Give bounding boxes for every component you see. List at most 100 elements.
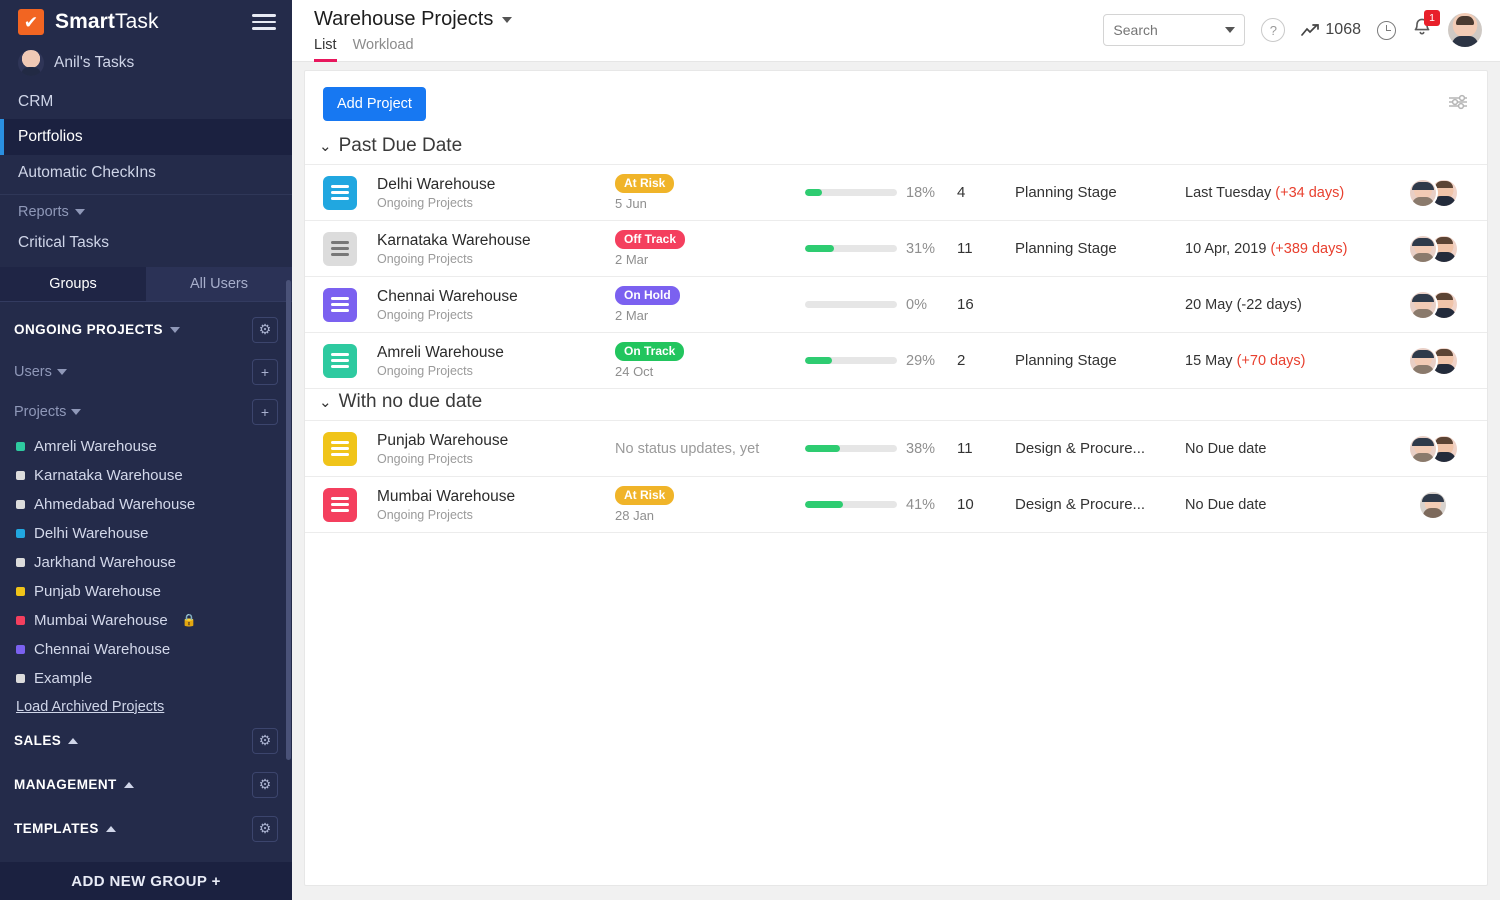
avatar[interactable] bbox=[1407, 289, 1438, 320]
sidebar-project-item[interactable]: Punjab Warehouse bbox=[0, 577, 292, 606]
group-settings-gear-icon[interactable]: ⚙ bbox=[252, 727, 278, 754]
group-settings-gear-icon[interactable]: ⚙ bbox=[252, 815, 278, 842]
sidebar-project-item[interactable]: Mumbai Warehouse 🔒 bbox=[0, 606, 292, 635]
group-settings-gear-icon[interactable]: ⚙ bbox=[252, 316, 278, 343]
project-list-icon[interactable] bbox=[323, 175, 357, 210]
table-row[interactable]: Mumbai Warehouse Ongoing Projects At Risk 2… bbox=[305, 477, 1487, 533]
table-row[interactable]: Punjab Warehouse Ongoing Projects No statu… bbox=[305, 421, 1487, 477]
avatar-group[interactable] bbox=[1407, 289, 1459, 320]
due-date: Last Tuesday bbox=[1185, 184, 1272, 201]
load-archived-projects-link[interactable]: Load Archived Projects bbox=[0, 693, 292, 719]
sidebar-project-item[interactable]: Delhi Warehouse bbox=[0, 519, 292, 548]
clock-icon[interactable] bbox=[1377, 20, 1396, 40]
sidebar-project-item[interactable]: Ahmedabad Warehouse bbox=[0, 490, 292, 519]
project-subtitle: Ongoing Projects bbox=[377, 196, 473, 211]
sidebar-group-header[interactable]: SALES ⚙ bbox=[0, 719, 292, 763]
due-date: 15 May bbox=[1185, 352, 1233, 369]
avatar-group[interactable] bbox=[1407, 233, 1459, 264]
sliders-filter-icon[interactable] bbox=[1447, 94, 1469, 115]
sidebar-project-item[interactable]: Karnataka Warehouse bbox=[0, 461, 292, 490]
row-members-cell bbox=[1397, 345, 1469, 376]
row-status-cell[interactable]: At Risk 5 Jun bbox=[615, 174, 805, 211]
project-list-icon[interactable] bbox=[323, 487, 357, 522]
project-name[interactable]: Chennai Warehouse bbox=[377, 287, 615, 306]
section-rows: Delhi Warehouse Ongoing Projects At Risk 5 … bbox=[305, 164, 1487, 389]
add-user-button[interactable]: + bbox=[252, 358, 278, 385]
project-name[interactable]: Amreli Warehouse bbox=[377, 343, 615, 362]
chevron-down-icon[interactable]: ⌄ bbox=[319, 395, 332, 410]
table-row[interactable]: Amreli Warehouse Ongoing Projects On Track… bbox=[305, 333, 1487, 389]
chevron-down-icon[interactable] bbox=[502, 16, 513, 23]
chevron-down-icon[interactable] bbox=[1225, 27, 1236, 33]
project-name[interactable]: Delhi Warehouse bbox=[377, 175, 615, 194]
avatar[interactable] bbox=[1407, 233, 1438, 264]
avatar-group[interactable] bbox=[1407, 177, 1459, 208]
project-name[interactable]: Punjab Warehouse bbox=[377, 431, 615, 450]
sidebar-group-header[interactable]: MANAGEMENT ⚙ bbox=[0, 763, 292, 807]
row-members-cell bbox=[1397, 489, 1469, 520]
avatar-group[interactable] bbox=[1418, 489, 1448, 520]
project-list-icon[interactable] bbox=[323, 287, 357, 322]
avatar[interactable] bbox=[1407, 433, 1438, 464]
sidebar-group-header[interactable]: TEMPLATES ⚙ bbox=[0, 807, 292, 851]
project-name[interactable]: Karnataka Warehouse bbox=[377, 231, 615, 250]
project-list-icon[interactable] bbox=[323, 231, 357, 266]
sidebar-project-item[interactable]: Jarkhand Warehouse bbox=[0, 548, 292, 577]
sidebar-subsection-projects[interactable]: Projects + bbox=[0, 392, 292, 432]
avatar[interactable] bbox=[1418, 489, 1448, 520]
project-color-dot bbox=[16, 470, 25, 480]
avatar-group[interactable] bbox=[1407, 433, 1459, 464]
tab-workload[interactable]: Workload bbox=[353, 37, 414, 62]
group-header-ongoing-projects[interactable]: ONGOING PROJECTS ⚙ bbox=[0, 308, 292, 352]
row-status-cell[interactable]: On Hold 2 Mar bbox=[615, 286, 805, 323]
project-color-dot bbox=[16, 615, 25, 625]
search-box[interactable] bbox=[1103, 14, 1246, 46]
row-status-cell[interactable]: At Risk 28 Jan bbox=[615, 486, 805, 523]
tab-all-users[interactable]: All Users bbox=[146, 266, 292, 302]
tab-groups[interactable]: Groups bbox=[0, 266, 146, 302]
sidebar-section-reports[interactable]: Reports bbox=[0, 195, 292, 225]
group-title: ONGOING PROJECTS bbox=[14, 322, 163, 337]
table-row[interactable]: Karnataka Warehouse Ongoing Projects Off T… bbox=[305, 221, 1487, 277]
search-input[interactable] bbox=[1113, 22, 1220, 38]
question-mark-icon[interactable]: ? bbox=[1261, 18, 1286, 42]
chevron-up-icon bbox=[68, 737, 79, 744]
hamburger-menu-icon[interactable] bbox=[252, 14, 276, 30]
avatar-group[interactable] bbox=[1407, 345, 1459, 376]
sidebar-item-automatic-checkins[interactable]: Automatic CheckIns bbox=[0, 155, 292, 190]
sidebar-item-portfolios[interactable]: Portfolios bbox=[0, 119, 292, 156]
section-header[interactable]: ⌄ Past Due Date bbox=[305, 133, 1487, 164]
sidebar-project-item[interactable]: Example bbox=[0, 664, 292, 693]
add-project-button[interactable]: Add Project bbox=[323, 87, 426, 121]
project-name[interactable]: Mumbai Warehouse bbox=[377, 487, 615, 506]
project-sections: ⌄ Past Due Date Delhi Warehouse Ongoing Pro… bbox=[305, 133, 1487, 533]
progress-label: 31% bbox=[906, 240, 936, 257]
points-indicator[interactable]: 1068 bbox=[1301, 21, 1361, 39]
row-status-cell[interactable]: On Track 24 Oct bbox=[615, 342, 805, 379]
sidebar-scrollbar[interactable] bbox=[286, 280, 291, 760]
row-status-cell[interactable]: No status updates, yet bbox=[615, 440, 805, 458]
notifications-bell[interactable]: 1 bbox=[1412, 10, 1440, 43]
project-list-icon[interactable] bbox=[323, 343, 357, 378]
group-settings-gear-icon[interactable]: ⚙ bbox=[252, 771, 278, 798]
tab-list[interactable]: List bbox=[314, 37, 337, 62]
sidebar-item-crm[interactable]: CRM bbox=[0, 84, 292, 119]
chevron-down-icon[interactable]: ⌄ bbox=[319, 139, 332, 154]
avatar[interactable] bbox=[1407, 177, 1438, 208]
table-row[interactable]: Chennai Warehouse Ongoing Projects On Hold… bbox=[305, 277, 1487, 333]
sidebar-project-item[interactable]: Chennai Warehouse bbox=[0, 635, 292, 664]
sidebar-user-row[interactable]: Anil's Tasks bbox=[0, 44, 292, 84]
row-status-cell[interactable]: Off Track 2 Mar bbox=[615, 230, 805, 267]
sidebar-project-item[interactable]: Amreli Warehouse bbox=[0, 432, 292, 461]
sidebar-item-critical-tasks[interactable]: Critical Tasks bbox=[0, 225, 292, 260]
sidebar-subsection-users[interactable]: Users + bbox=[0, 352, 292, 392]
project-list-icon[interactable] bbox=[323, 431, 357, 466]
add-project-button-sidebar[interactable]: + bbox=[252, 398, 278, 425]
sidebar-user-name: Anil's Tasks bbox=[54, 54, 135, 71]
avatar[interactable] bbox=[1448, 13, 1482, 47]
page-title-row[interactable]: Warehouse Projects bbox=[314, 8, 513, 31]
section-header[interactable]: ⌄ With no due date bbox=[305, 389, 1487, 420]
avatar[interactable] bbox=[1407, 345, 1438, 376]
add-new-group-button[interactable]: ADD NEW GROUP + bbox=[0, 862, 292, 900]
table-row[interactable]: Delhi Warehouse Ongoing Projects At Risk 5 … bbox=[305, 165, 1487, 221]
